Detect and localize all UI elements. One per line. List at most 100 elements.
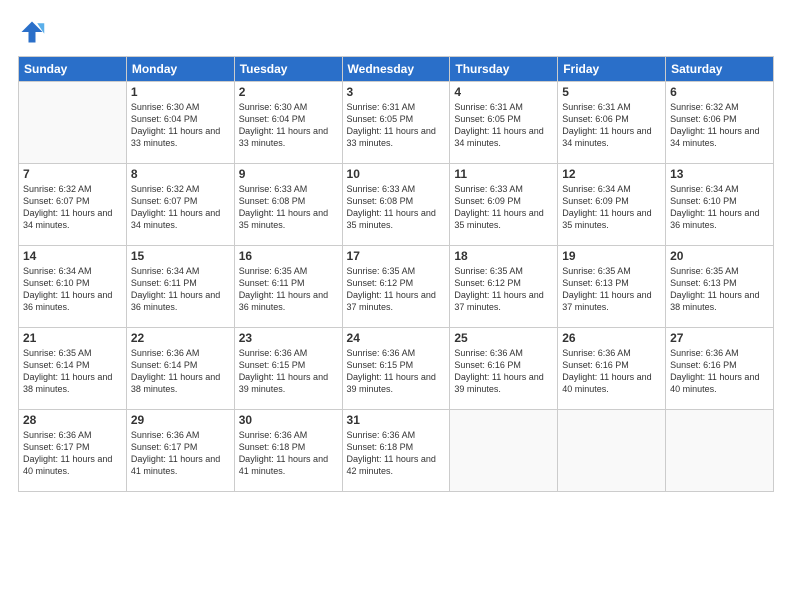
header [18,18,774,46]
day-info: Sunrise: 6:32 AMSunset: 6:06 PMDaylight:… [670,101,769,150]
day-number: 3 [347,85,446,99]
calendar-header-day: Tuesday [234,57,342,82]
day-info: Sunrise: 6:36 AMSunset: 6:16 PMDaylight:… [454,347,553,396]
calendar-header-day: Wednesday [342,57,450,82]
day-info: Sunrise: 6:35 AMSunset: 6:12 PMDaylight:… [347,265,446,314]
calendar-cell: 11 Sunrise: 6:33 AMSunset: 6:09 PMDayligh… [450,164,558,246]
day-number: 5 [562,85,661,99]
calendar-cell: 6 Sunrise: 6:32 AMSunset: 6:06 PMDaylight… [666,82,774,164]
calendar-cell: 18Sunrise: 6:35 AMSunset: 6:12 PMDayligh… [450,246,558,328]
calendar-header-day: Friday [558,57,666,82]
calendar-cell [666,410,774,492]
day-info: Sunrise: 6:30 AMSunset: 6:04 PMDaylight:… [239,101,338,150]
day-info: Sunrise: 6:36 AMSunset: 6:18 PMDaylight:… [347,429,446,478]
day-info: Sunrise: 6:32 AMSunset: 6:07 PMDaylight:… [23,183,122,232]
calendar-cell: 17 Sunrise: 6:35 AMSunset: 6:12 PMDayligh… [342,246,450,328]
calendar-header-day: Monday [126,57,234,82]
calendar-week-row: 28 Sunrise: 6:36 AMSunset: 6:17 PMDayligh… [19,410,774,492]
day-number: 18 [454,249,553,263]
day-number: 11 [454,167,553,181]
day-info: Sunrise: 6:36 AMSunset: 6:18 PMDaylight:… [239,429,338,478]
day-info: Sunrise: 6:36 AMSunset: 6:14 PMDaylight:… [131,347,230,396]
day-number: 6 [670,85,769,99]
logo-icon [18,18,46,46]
day-info: Sunrise: 6:36 AMSunset: 6:15 PMDaylight:… [239,347,338,396]
day-info: Sunrise: 6:33 AMSunset: 6:08 PMDaylight:… [347,183,446,232]
day-number: 28 [23,413,122,427]
calendar-header-day: Thursday [450,57,558,82]
day-info: Sunrise: 6:34 AMSunset: 6:11 PMDaylight:… [131,265,230,314]
day-info: Sunrise: 6:35 AMSunset: 6:13 PMDaylight:… [562,265,661,314]
day-info: Sunrise: 6:36 AMSunset: 6:17 PMDaylight:… [23,429,122,478]
calendar-cell: 13Sunrise: 6:34 AMSunset: 6:10 PMDayligh… [666,164,774,246]
day-number: 23 [239,331,338,345]
calendar-cell: 30 Sunrise: 6:36 AMSunset: 6:18 PMDayligh… [234,410,342,492]
day-number: 12 [562,167,661,181]
day-number: 24 [347,331,446,345]
calendar-cell: 10 Sunrise: 6:33 AMSunset: 6:08 PMDayligh… [342,164,450,246]
calendar-cell: 23 Sunrise: 6:36 AMSunset: 6:15 PMDayligh… [234,328,342,410]
day-number: 10 [347,167,446,181]
day-number: 25 [454,331,553,345]
day-number: 26 [562,331,661,345]
day-info: Sunrise: 6:33 AMSunset: 6:09 PMDaylight:… [454,183,553,232]
calendar-week-row: 1 Sunrise: 6:30 AMSunset: 6:04 PMDaylight… [19,82,774,164]
calendar-cell [558,410,666,492]
day-info: Sunrise: 6:35 AMSunset: 6:11 PMDaylight:… [239,265,338,314]
day-info: Sunrise: 6:31 AMSunset: 6:05 PMDaylight:… [454,101,553,150]
page: SundayMondayTuesdayWednesdayThursdayFrid… [0,0,792,612]
calendar-cell: 15 Sunrise: 6:34 AMSunset: 6:11 PMDayligh… [126,246,234,328]
calendar-cell: 4 Sunrise: 6:31 AMSunset: 6:05 PMDaylight… [450,82,558,164]
day-number: 14 [23,249,122,263]
calendar-cell: 19 Sunrise: 6:35 AMSunset: 6:13 PMDayligh… [558,246,666,328]
day-info: Sunrise: 6:30 AMSunset: 6:04 PMDaylight:… [131,101,230,150]
calendar-cell: 9 Sunrise: 6:33 AMSunset: 6:08 PMDaylight… [234,164,342,246]
calendar-cell: 8 Sunrise: 6:32 AMSunset: 6:07 PMDaylight… [126,164,234,246]
day-info: Sunrise: 6:34 AMSunset: 6:09 PMDaylight:… [562,183,661,232]
day-number: 15 [131,249,230,263]
day-number: 1 [131,85,230,99]
calendar-cell: 16 Sunrise: 6:35 AMSunset: 6:11 PMDayligh… [234,246,342,328]
day-info: Sunrise: 6:36 AMSunset: 6:16 PMDaylight:… [670,347,769,396]
day-number: 21 [23,331,122,345]
calendar-cell: 20Sunrise: 6:35 AMSunset: 6:13 PMDayligh… [666,246,774,328]
calendar-cell: 7 Sunrise: 6:32 AMSunset: 6:07 PMDaylight… [19,164,127,246]
calendar-cell: 27 Sunrise: 6:36 AMSunset: 6:16 PMDayligh… [666,328,774,410]
day-info: Sunrise: 6:32 AMSunset: 6:07 PMDaylight:… [131,183,230,232]
day-info: Sunrise: 6:31 AMSunset: 6:05 PMDaylight:… [347,101,446,150]
calendar-cell: 21 Sunrise: 6:35 AMSunset: 6:14 PMDayligh… [19,328,127,410]
calendar-header-day: Saturday [666,57,774,82]
day-number: 13 [670,167,769,181]
day-number: 19 [562,249,661,263]
day-number: 30 [239,413,338,427]
day-info: Sunrise: 6:35 AMSunset: 6:14 PMDaylight:… [23,347,122,396]
calendar-cell: 3 Sunrise: 6:31 AMSunset: 6:05 PMDaylight… [342,82,450,164]
calendar-cell: 29Sunrise: 6:36 AMSunset: 6:17 PMDayligh… [126,410,234,492]
day-number: 7 [23,167,122,181]
calendar-cell: 31 Sunrise: 6:36 AMSunset: 6:18 PMDayligh… [342,410,450,492]
day-info: Sunrise: 6:33 AMSunset: 6:08 PMDaylight:… [239,183,338,232]
calendar-cell: 25 Sunrise: 6:36 AMSunset: 6:16 PMDayligh… [450,328,558,410]
calendar-cell: 22 Sunrise: 6:36 AMSunset: 6:14 PMDayligh… [126,328,234,410]
calendar-week-row: 14Sunrise: 6:34 AMSunset: 6:10 PMDayligh… [19,246,774,328]
day-number: 17 [347,249,446,263]
day-number: 16 [239,249,338,263]
calendar-cell: 28 Sunrise: 6:36 AMSunset: 6:17 PMDayligh… [19,410,127,492]
calendar-cell [19,82,127,164]
calendar-week-row: 7 Sunrise: 6:32 AMSunset: 6:07 PMDaylight… [19,164,774,246]
calendar-cell: 26 Sunrise: 6:36 AMSunset: 6:16 PMDayligh… [558,328,666,410]
day-info: Sunrise: 6:36 AMSunset: 6:17 PMDaylight:… [131,429,230,478]
day-number: 4 [454,85,553,99]
calendar-cell: 24Sunrise: 6:36 AMSunset: 6:15 PMDayligh… [342,328,450,410]
day-info: Sunrise: 6:31 AMSunset: 6:06 PMDaylight:… [562,101,661,150]
day-number: 9 [239,167,338,181]
calendar-header-day: Sunday [19,57,127,82]
day-number: 22 [131,331,230,345]
day-number: 31 [347,413,446,427]
day-number: 8 [131,167,230,181]
calendar-cell: 1 Sunrise: 6:30 AMSunset: 6:04 PMDaylight… [126,82,234,164]
day-info: Sunrise: 6:36 AMSunset: 6:16 PMDaylight:… [562,347,661,396]
calendar-cell: 14Sunrise: 6:34 AMSunset: 6:10 PMDayligh… [19,246,127,328]
day-number: 27 [670,331,769,345]
calendar-cell: 2Sunrise: 6:30 AMSunset: 6:04 PMDaylight… [234,82,342,164]
